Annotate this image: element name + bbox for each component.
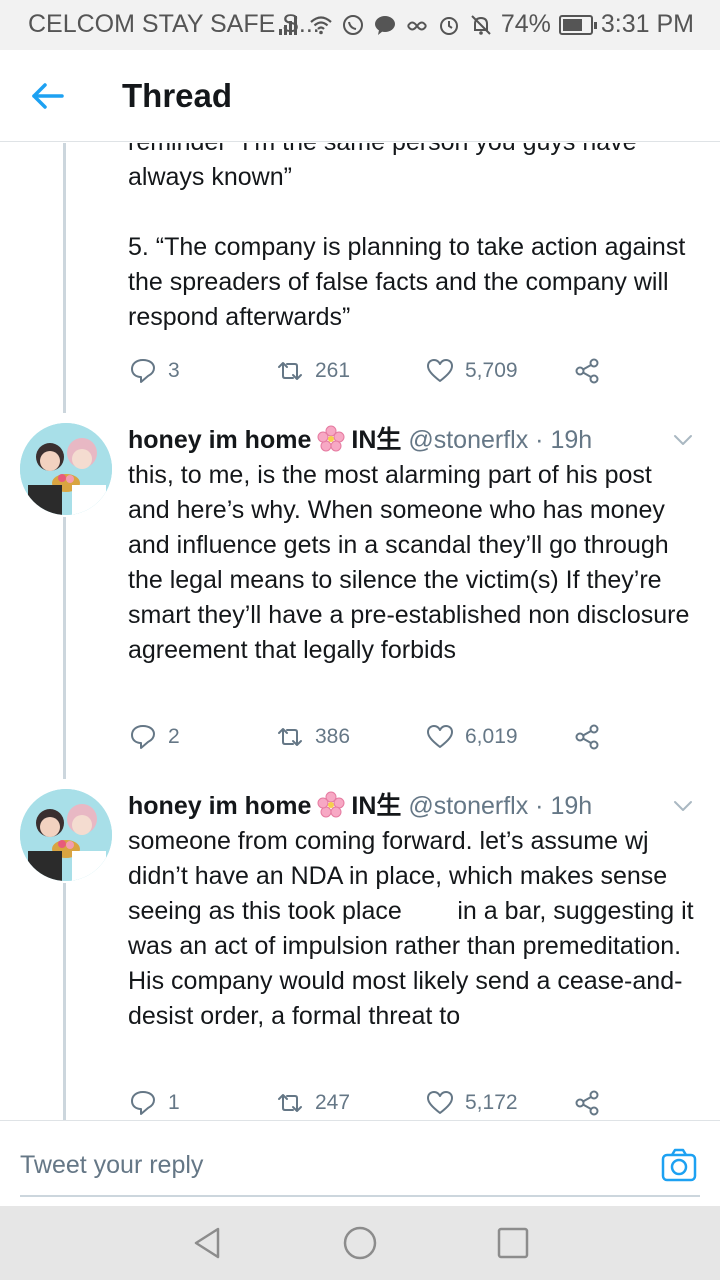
like-button[interactable]: 6,019 — [425, 717, 518, 757]
signal-icon — [278, 15, 297, 35]
tweet-time: · 19h — [535, 426, 593, 454]
heart-icon — [427, 725, 453, 748]
tweet-time: · 19h — [535, 792, 593, 820]
like-button[interactable]: 5,172 — [425, 1083, 518, 1120]
author-suffix: IN生 — [351, 792, 402, 820]
author-name[interactable]: honey im home — [128, 792, 311, 820]
tweet-meta: honey im home IN生 @stonerflx · 19h — [128, 423, 708, 458]
author-name[interactable]: honey im home — [128, 426, 311, 454]
avatar-photo — [20, 789, 112, 881]
reply-count: 1 — [168, 1091, 180, 1114]
chevron-down-icon[interactable] — [672, 429, 694, 451]
tweet-text: reminder “I’m the same person you guys h… — [128, 143, 686, 331]
author-suffix: IN生 — [351, 426, 402, 454]
reply-button[interactable]: 2 — [128, 717, 180, 757]
share-icon — [575, 1090, 599, 1116]
reply-icon — [131, 1091, 155, 1115]
share-button[interactable] — [572, 717, 602, 757]
thread-list[interactable]: reminder “I’m the same person you guys h… — [0, 143, 720, 1120]
battery-level-fill — [562, 18, 583, 31]
share-button[interactable] — [572, 351, 602, 391]
cherry-blossom-icon — [317, 791, 345, 818]
reply-count: 2 — [168, 725, 180, 748]
retweet-icon — [278, 362, 302, 380]
retweet-count: 261 — [315, 359, 351, 382]
tweet-text: this, to me, is the most alarming part o… — [128, 461, 697, 664]
back-arrow-icon[interactable] — [28, 78, 68, 114]
retweet-count: 247 — [315, 1091, 351, 1114]
retweet-icon — [278, 1094, 302, 1112]
reply-button[interactable]: 3 — [128, 351, 180, 391]
heart-icon — [427, 359, 453, 382]
author-handle[interactable]: @stonerflx — [408, 426, 528, 454]
reply-bar — [0, 1120, 720, 1206]
retweet-button[interactable]: 261 — [275, 351, 350, 391]
like-count: 5,172 — [465, 1091, 518, 1114]
alarm-icon — [439, 16, 458, 35]
share-button[interactable] — [572, 1083, 602, 1120]
battery-icon — [558, 14, 597, 35]
app-header: Thread — [0, 50, 720, 142]
system-nav-bar — [0, 1206, 720, 1280]
talk-icon — [374, 15, 395, 35]
reply-icon — [131, 725, 155, 749]
thread-connector-line — [63, 517, 66, 779]
status-bar: CELCOM STAY SAFE S... 74% 3:31 PM — [0, 0, 720, 50]
share-icon — [575, 724, 599, 750]
share-icon — [575, 358, 599, 384]
tweet-actions: 3 261 5,709 — [128, 351, 628, 391]
battery-percent: 74% — [500, 10, 551, 38]
page-title: Thread — [122, 77, 233, 114]
like-count: 6,019 — [465, 725, 518, 748]
chevron-down-icon[interactable] — [672, 795, 694, 817]
retweet-button[interactable]: 247 — [275, 1083, 350, 1120]
cherry-blossom-icon — [317, 425, 345, 452]
avatar[interactable] — [20, 789, 112, 881]
mute-icon — [471, 14, 491, 35]
tweet-text: someone from coming forward. let’s assum… — [128, 827, 701, 1030]
like-count: 5,709 — [465, 359, 518, 382]
reply-button[interactable]: 1 — [128, 1083, 180, 1120]
camera-icon[interactable] — [660, 1147, 698, 1183]
avatar-photo — [20, 423, 112, 515]
clock: 3:31 PM — [600, 10, 694, 38]
nav-home-icon[interactable] — [341, 1224, 379, 1262]
thread-connector-line — [63, 143, 66, 413]
tweet-actions: 2 386 6,019 — [128, 717, 628, 757]
wifi-icon — [310, 15, 332, 34]
nav-back-icon[interactable] — [188, 1224, 226, 1262]
nav-recents-icon[interactable] — [494, 1224, 532, 1262]
avatar[interactable] — [20, 423, 112, 515]
reply-icon — [131, 359, 155, 383]
thread-connector-line — [63, 883, 66, 1120]
retweet-icon — [278, 728, 302, 746]
status-icons: 74% 3:31 PM — [277, 10, 694, 39]
retweet-button[interactable]: 386 — [275, 717, 350, 757]
tweet-meta: honey im home IN生 @stonerflx · 19h — [128, 789, 708, 824]
tweet-actions: 1 247 5,172 — [128, 1083, 628, 1120]
whatsapp-icon — [342, 14, 363, 35]
heart-icon — [427, 1091, 453, 1114]
author-handle[interactable]: @stonerflx — [408, 792, 528, 820]
retweet-count: 386 — [315, 725, 351, 748]
reply-count: 3 — [168, 359, 180, 382]
like-button[interactable]: 5,709 — [425, 351, 518, 391]
reply-input[interactable] — [20, 1135, 700, 1197]
link-icon — [406, 21, 427, 30]
